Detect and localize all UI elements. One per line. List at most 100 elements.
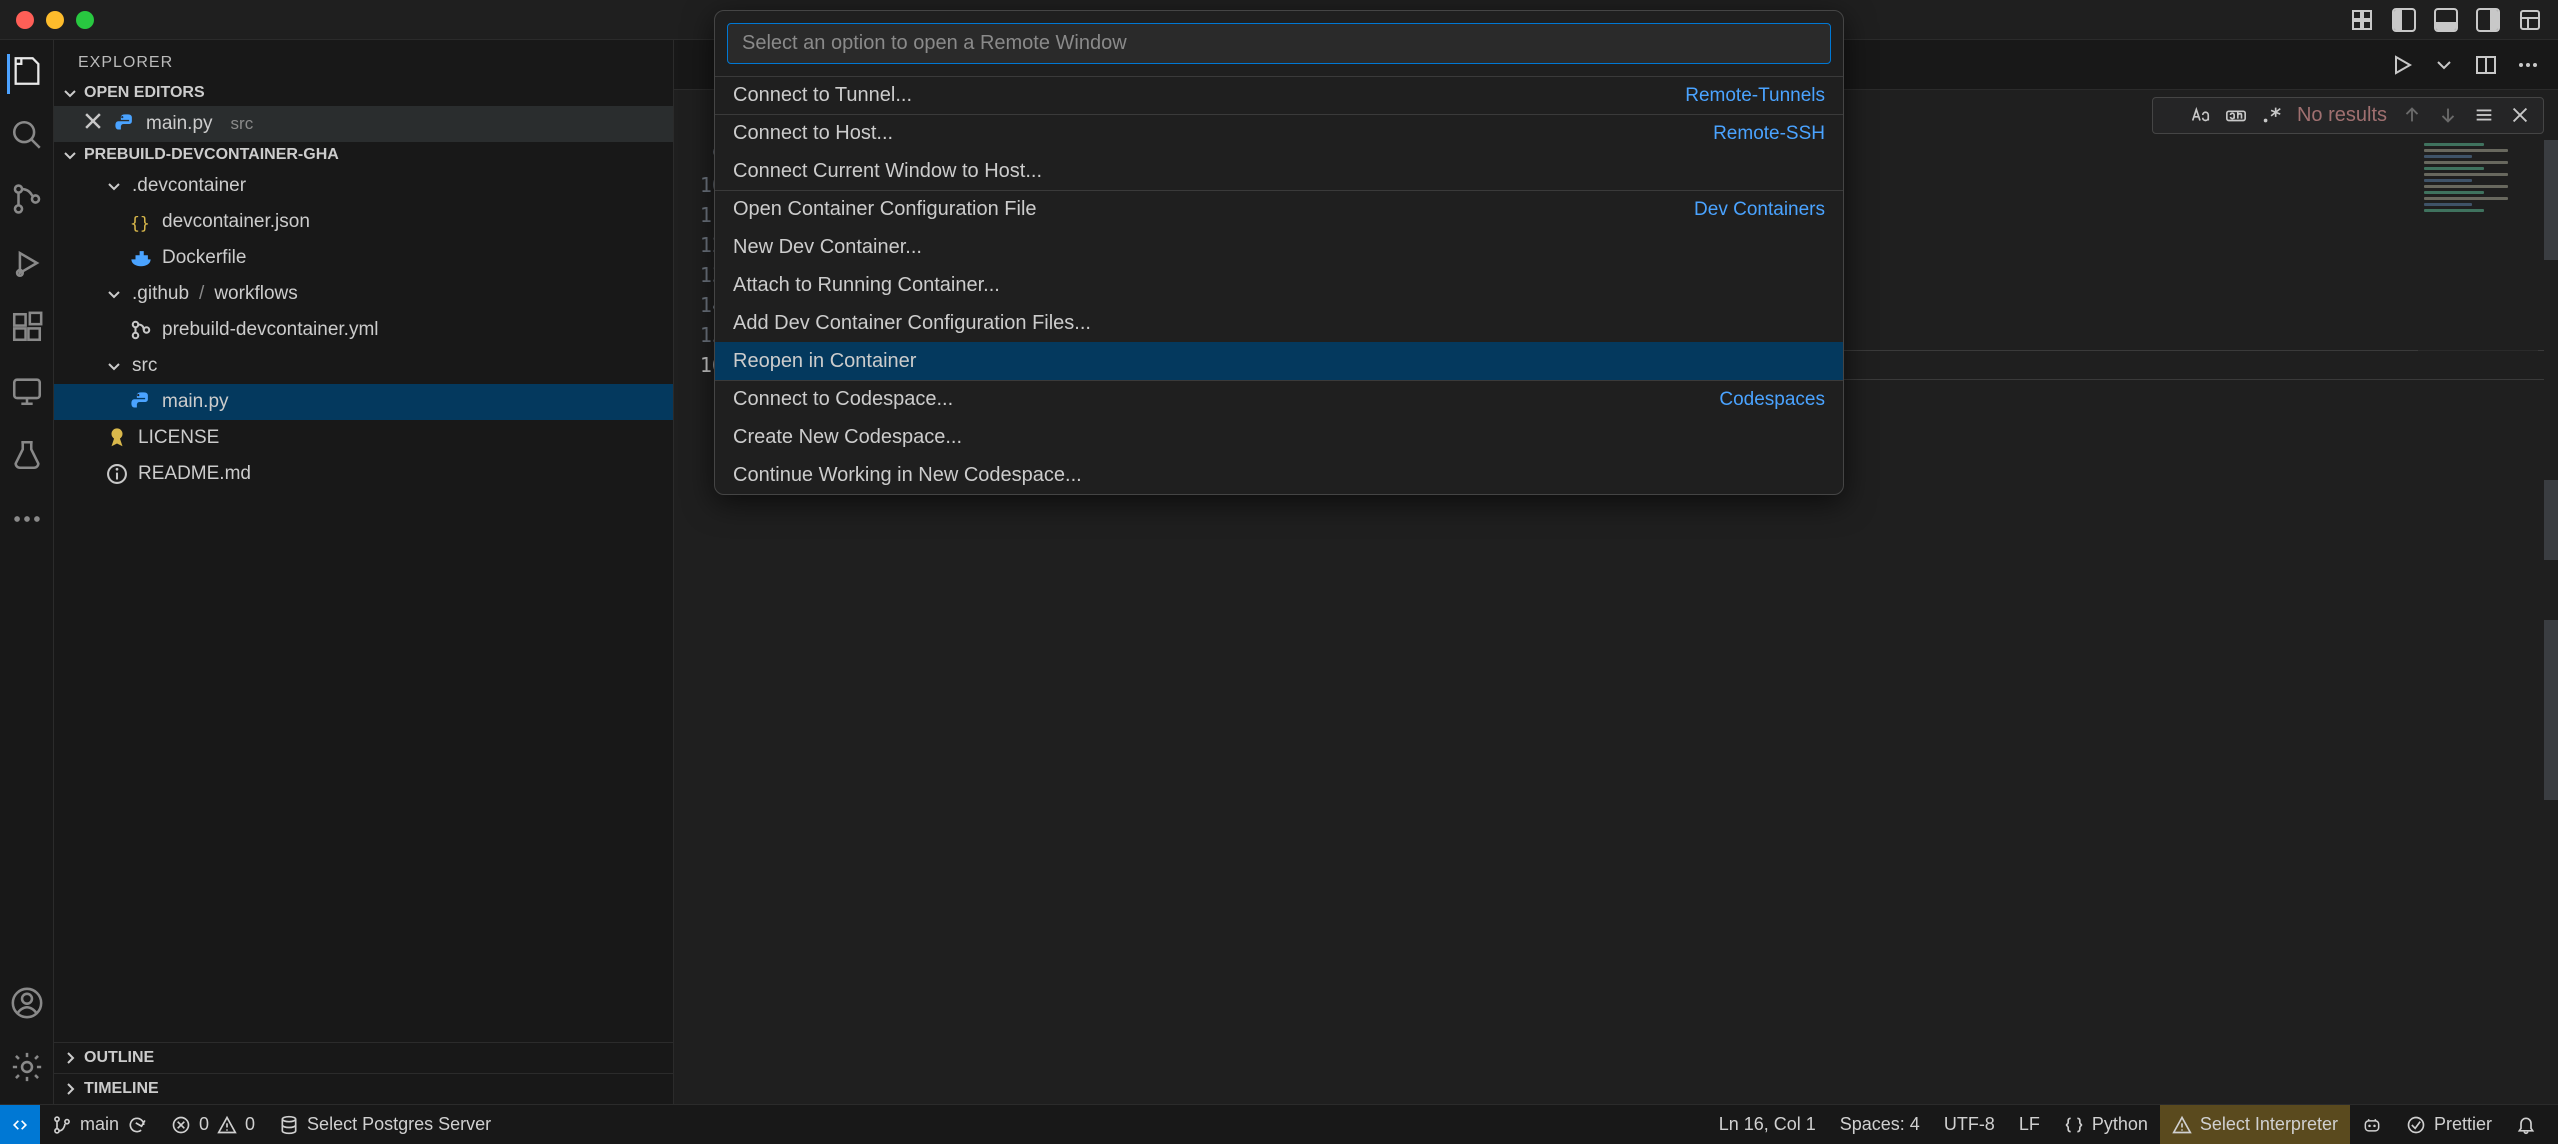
- json-file-icon: {}: [130, 211, 152, 233]
- folder-devcontainer[interactable]: .devcontainer: [54, 168, 673, 204]
- warning-icon: [2172, 1115, 2192, 1135]
- select-interpreter-status[interactable]: Select Interpreter: [2160, 1105, 2350, 1144]
- toggle-sidebar-icon[interactable]: [2392, 8, 2416, 32]
- layout-toggle-grid-icon[interactable]: [2350, 8, 2374, 32]
- file-main-py[interactable]: main.py: [54, 384, 673, 420]
- warning-icon: [217, 1115, 237, 1135]
- more-activity-icon[interactable]: [10, 502, 44, 542]
- quickpick-item[interactable]: Create New Codespace...: [715, 418, 1843, 456]
- remote-explorer-activity-icon[interactable]: [10, 374, 44, 414]
- run-debug-activity-icon[interactable]: [10, 246, 44, 286]
- quickpick-item-label: Connect to Codespace...: [733, 388, 953, 411]
- sync-icon[interactable]: [127, 1115, 147, 1135]
- accounts-activity-icon[interactable]: [10, 986, 44, 1026]
- quickpick-item[interactable]: Reopen in Container: [715, 342, 1843, 380]
- copilot-status[interactable]: [2350, 1105, 2394, 1144]
- testing-activity-icon[interactable]: [10, 438, 44, 478]
- chevron-right-icon: [62, 1050, 78, 1066]
- quickpick-item[interactable]: Connect to Tunnel...Remote-Tunnels: [715, 76, 1843, 114]
- git-branch-icon: [52, 1115, 72, 1135]
- quickpick-list: Connect to Tunnel...Remote-TunnelsConnec…: [715, 76, 1843, 494]
- chevron-down-icon: [106, 358, 122, 374]
- more-actions-icon[interactable]: [2516, 53, 2540, 77]
- extensions-activity-icon[interactable]: [10, 310, 44, 350]
- language-mode-status[interactable]: Python: [2052, 1105, 2160, 1144]
- match-case-icon[interactable]: [2189, 104, 2211, 126]
- quickpick-item[interactable]: Connect to Codespace...Codespaces: [715, 380, 1843, 418]
- customize-layout-icon[interactable]: [2518, 8, 2542, 32]
- open-editor-item[interactable]: main.py src: [54, 106, 673, 142]
- workspace-section[interactable]: PREBUILD-DEVCONTAINER-GHA: [54, 142, 673, 168]
- file-dockerfile[interactable]: Dockerfile: [54, 240, 673, 276]
- quickpick-item[interactable]: Connect Current Window to Host...: [715, 152, 1843, 190]
- find-input[interactable]: [2165, 108, 2175, 123]
- regex-icon[interactable]: [2261, 104, 2283, 126]
- folder-src[interactable]: src: [54, 348, 673, 384]
- branch-name: main: [80, 1114, 119, 1135]
- folder-label: .devcontainer: [132, 175, 246, 197]
- file-devcontainer-json[interactable]: {} devcontainer.json: [54, 204, 673, 240]
- indent-status[interactable]: Spaces: 4: [1828, 1105, 1932, 1144]
- prettier-status[interactable]: Prettier: [2394, 1105, 2504, 1144]
- window-close-button[interactable]: [16, 11, 34, 29]
- folder-github-workflows[interactable]: .github / workflows: [54, 276, 673, 312]
- find-widget[interactable]: No results: [2152, 97, 2544, 134]
- file-label: Dockerfile: [162, 247, 246, 269]
- activity-bar: [0, 40, 54, 1104]
- run-icon[interactable]: [2390, 53, 2414, 77]
- problems-status[interactable]: 0 0: [159, 1105, 267, 1144]
- quickpick-item[interactable]: Add Dev Container Configuration Files...: [715, 304, 1843, 342]
- remote-indicator[interactable]: [0, 1105, 40, 1144]
- explorer-activity-icon[interactable]: [7, 54, 44, 94]
- find-selection-icon[interactable]: [2473, 104, 2495, 126]
- run-dropdown-icon[interactable]: [2432, 53, 2456, 77]
- toggle-right-sidebar-icon[interactable]: [2476, 8, 2500, 32]
- folder-label-github: .github: [132, 283, 189, 305]
- quickpick-item-label: Connect Current Window to Host...: [733, 160, 1042, 183]
- file-prebuild-yml[interactable]: prebuild-devcontainer.yml: [54, 312, 673, 348]
- folder-label-workflows: workflows: [214, 283, 297, 305]
- quickpick-item[interactable]: Continue Working in New Codespace...: [715, 456, 1843, 494]
- notifications-status[interactable]: [2504, 1105, 2548, 1144]
- database-icon: [279, 1115, 299, 1135]
- quickpick-item[interactable]: Connect to Host...Remote-SSH: [715, 114, 1843, 152]
- error-count: 0: [199, 1114, 209, 1135]
- braces-icon: [2064, 1115, 2084, 1135]
- remote-window-quickpick[interactable]: Connect to Tunnel...Remote-TunnelsConnec…: [714, 10, 1844, 495]
- window-minimize-button[interactable]: [46, 11, 64, 29]
- cursor-position-status[interactable]: Ln 16, Col 1: [1707, 1105, 1828, 1144]
- outline-section[interactable]: OUTLINE: [54, 1042, 673, 1073]
- quickpick-item-hint: Remote-Tunnels: [1685, 85, 1825, 107]
- toggle-panel-icon[interactable]: [2434, 8, 2458, 32]
- file-license[interactable]: LICENSE: [54, 420, 673, 456]
- quickpick-item[interactable]: Attach to Running Container...: [715, 266, 1843, 304]
- match-word-icon[interactable]: [2225, 104, 2247, 126]
- overview-ruler[interactable]: [2544, 140, 2558, 1104]
- close-icon[interactable]: [82, 110, 104, 138]
- find-prev-icon[interactable]: [2401, 104, 2423, 126]
- timeline-section[interactable]: TIMELINE: [54, 1073, 673, 1104]
- git-branch-status[interactable]: main: [40, 1105, 159, 1144]
- eol-status[interactable]: LF: [2007, 1105, 2052, 1144]
- source-control-activity-icon[interactable]: [10, 182, 44, 222]
- find-close-icon[interactable]: [2509, 104, 2531, 126]
- settings-activity-icon[interactable]: [10, 1050, 44, 1090]
- chevron-right-icon: [62, 1081, 78, 1097]
- encoding-status[interactable]: UTF-8: [1932, 1105, 2007, 1144]
- quickpick-item[interactable]: Open Container Configuration FileDev Con…: [715, 190, 1843, 228]
- file-label: prebuild-devcontainer.yml: [162, 319, 379, 341]
- python-file-icon: [130, 391, 152, 413]
- window-maximize-button[interactable]: [76, 11, 94, 29]
- file-label: README.md: [138, 463, 251, 485]
- quickpick-item[interactable]: New Dev Container...: [715, 228, 1843, 266]
- open-editors-section[interactable]: OPEN EDITORS: [54, 80, 673, 106]
- find-next-icon[interactable]: [2437, 104, 2459, 126]
- split-editor-icon[interactable]: [2474, 53, 2498, 77]
- quickpick-input[interactable]: [742, 32, 1816, 55]
- minimap[interactable]: [2418, 140, 2538, 360]
- quickpick-item-hint: Dev Containers: [1694, 199, 1825, 221]
- timeline-label: TIMELINE: [84, 1080, 159, 1098]
- file-readme[interactable]: README.md: [54, 456, 673, 492]
- search-activity-icon[interactable]: [10, 118, 44, 158]
- postgres-server-status[interactable]: Select Postgres Server: [267, 1105, 503, 1144]
